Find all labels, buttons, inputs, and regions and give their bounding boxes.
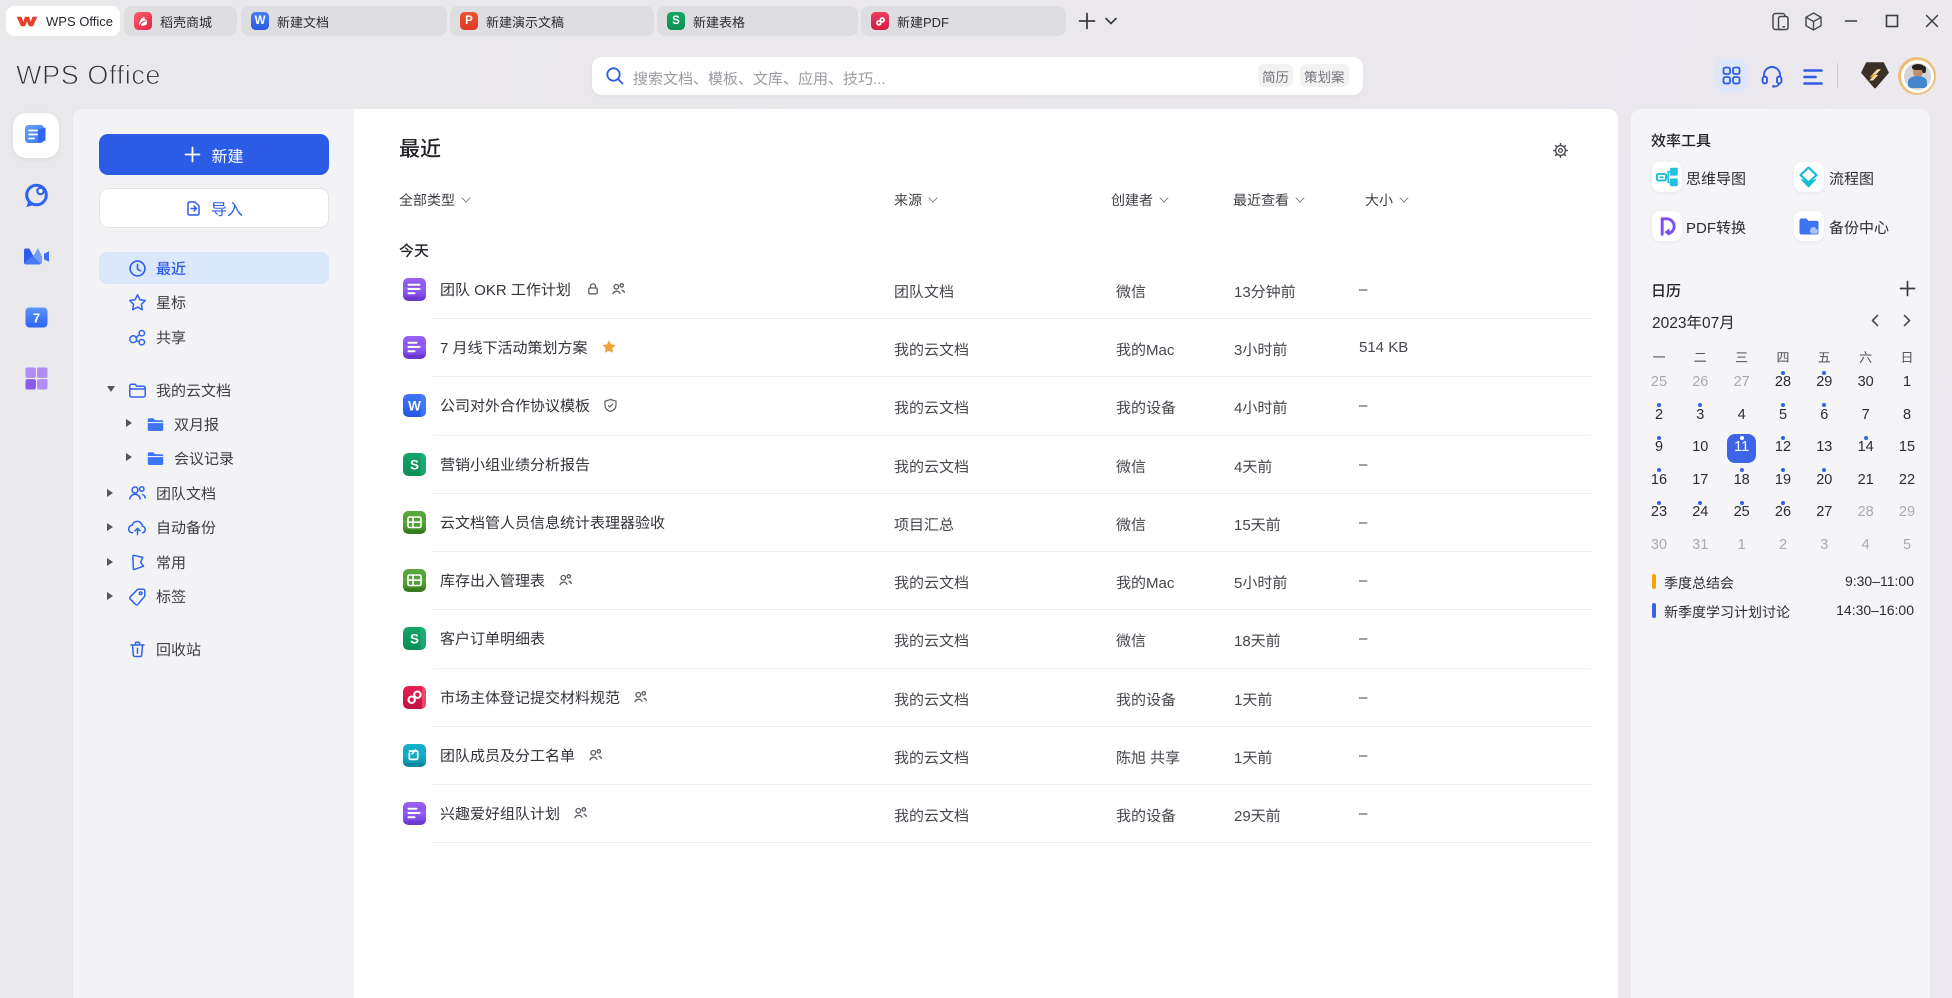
svg-text:S: S (410, 457, 419, 472)
svg-text:W: W (408, 398, 421, 413)
svg-text:S: S (410, 631, 419, 646)
svg-text:7: 7 (33, 311, 40, 326)
